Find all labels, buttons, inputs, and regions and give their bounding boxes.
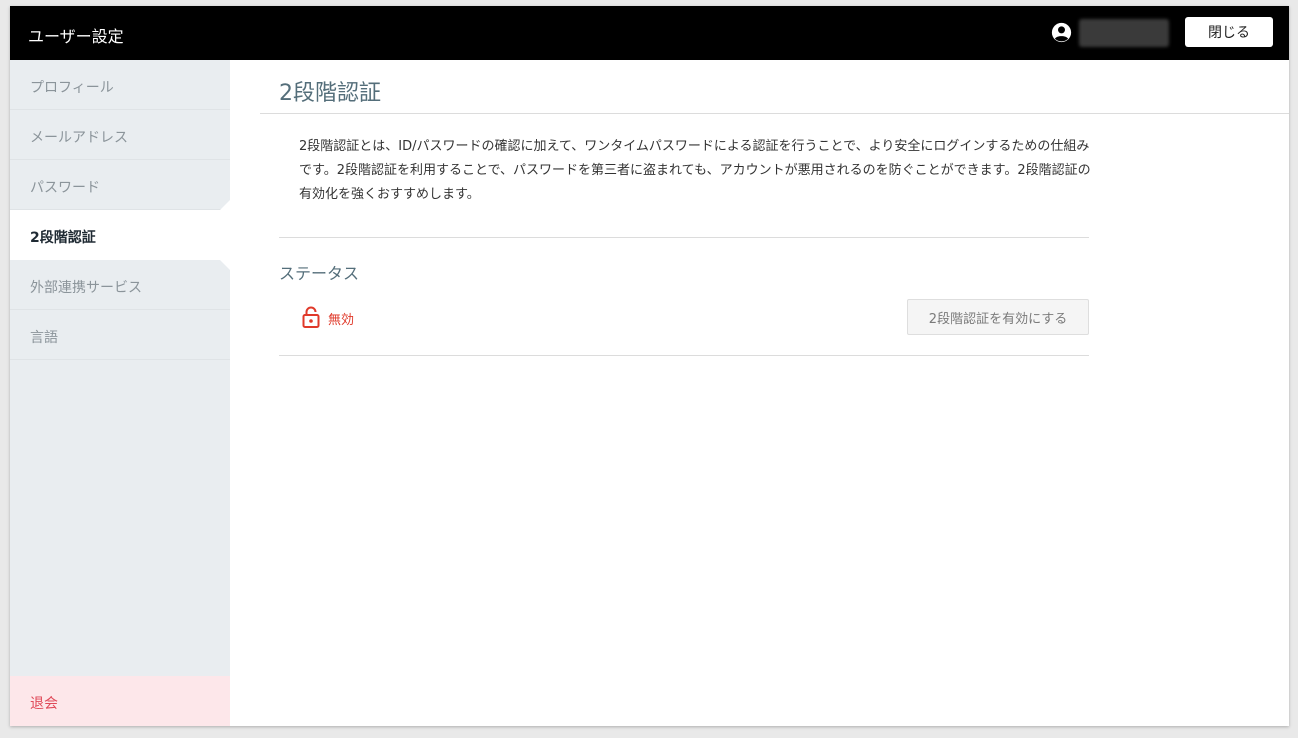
header-bar: ユーザー設定 閉じる xyxy=(10,6,1289,60)
sidebar: プロフィール メールアドレス パスワード 2段階認証 外部連携サービス 言語 退… xyxy=(10,60,230,726)
page-title: 2段階認証 xyxy=(279,81,381,106)
sidebar-item-external-services[interactable]: 外部連携サービス xyxy=(10,260,230,310)
status-heading: ステータス xyxy=(279,264,360,283)
status-value: 無効 xyxy=(328,313,355,328)
close-button[interactable]: 閉じる xyxy=(1185,17,1273,47)
divider xyxy=(279,355,1089,356)
enable-two-factor-button[interactable]: 2段階認証を有効にする xyxy=(907,299,1089,335)
settings-window: ユーザー設定 閉じる プロフィール メールアドレス パスワード 2段階認証 外部… xyxy=(10,6,1289,726)
divider xyxy=(260,113,1289,114)
divider xyxy=(279,237,1089,238)
description-text: 2段階認証とは、ID/パスワードの確認に加えて、ワンタイムパスワードによる認証を… xyxy=(299,139,1091,202)
sidebar-item-email[interactable]: メールアドレス xyxy=(10,110,230,160)
withdraw-button[interactable]: 退会 xyxy=(10,676,230,726)
account-circle-icon[interactable] xyxy=(1051,22,1072,43)
app-title: ユーザー設定 xyxy=(28,27,124,46)
sidebar-item-password[interactable]: パスワード xyxy=(10,160,230,210)
sidebar-item-two-factor[interactable]: 2段階認証 xyxy=(10,210,230,260)
main-content: 2段階認証 2段階認証とは、ID/パスワードの確認に加えて、ワンタイムパスワード… xyxy=(230,60,1289,726)
sidebar-item-profile[interactable]: プロフィール xyxy=(10,60,230,110)
sidebar-item-language[interactable]: 言語 xyxy=(10,310,230,360)
user-name-blurred xyxy=(1079,19,1169,47)
unlocked-padlock-icon xyxy=(302,306,320,328)
